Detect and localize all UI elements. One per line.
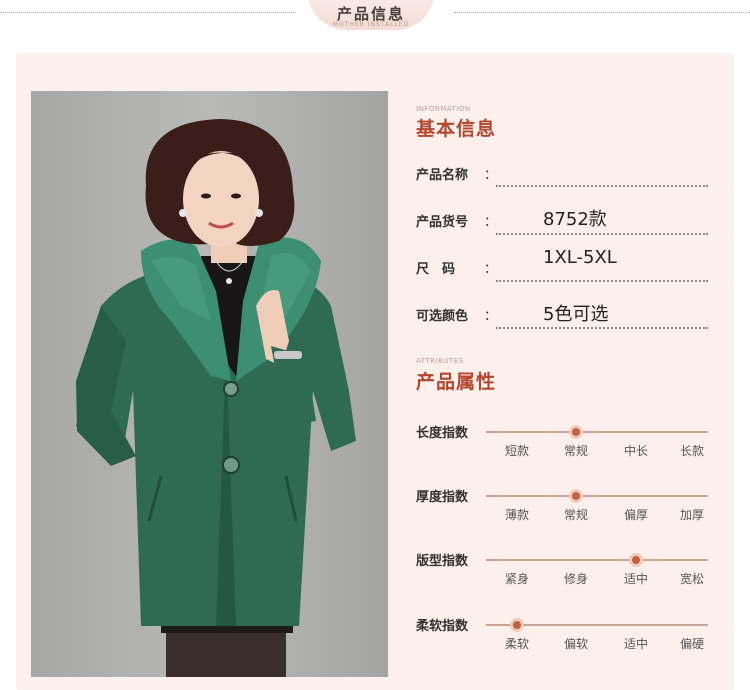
attribute-option-label: 偏软 [563, 637, 588, 651]
header-divider-left [0, 12, 296, 14]
info-row-colon: ： [484, 168, 498, 183]
attribute-indicator-dot [629, 553, 643, 567]
attribute-option-label: 常规 [563, 444, 588, 458]
attribute-option-label: 中长 [623, 444, 648, 458]
product-photo [31, 91, 388, 677]
model-illustration [76, 119, 356, 677]
info-row-label: 可选颜色 [416, 309, 469, 324]
info-row-value: 8752款 [543, 209, 607, 230]
info-row-divider [496, 280, 708, 282]
attribute-option-label: 长款 [679, 444, 704, 458]
info-row-colon: ： [484, 215, 498, 230]
attribute-option-label: 适中 [623, 572, 648, 586]
attribute-option-label: 紧身 [504, 572, 529, 586]
info-row-label: 产品名称 [416, 168, 469, 183]
attributes-section-en: ATTRIBUTES [416, 357, 464, 365]
attribute-label: 版型指数 [416, 554, 469, 569]
attribute-label: 柔软指数 [416, 619, 469, 634]
attribute-option-label: 短款 [504, 444, 529, 458]
attribute-scale-line [486, 559, 708, 561]
attribute-option-label: 偏硬 [679, 637, 704, 651]
attribute-scale-line [486, 431, 708, 433]
attribute-option-label: 修身 [563, 572, 588, 586]
header-divider-right [454, 12, 750, 14]
attribute-indicator-dot [569, 489, 583, 503]
info-section-title: 基本信息 [416, 118, 497, 140]
attribute-option-label: 柔软 [504, 637, 529, 651]
info-row-value: 5色可选 [543, 304, 609, 325]
info-row-divider [496, 233, 708, 235]
info-row-label: 产品货号 [416, 215, 469, 230]
attribute-option-label: 加厚 [679, 508, 704, 522]
info-row-label: 尺 码 [416, 262, 456, 277]
info-row-colon: ： [484, 309, 498, 324]
attribute-indicator-dot [510, 618, 524, 632]
info-row-colon: ： [484, 262, 498, 277]
attribute-option-label: 适中 [623, 637, 648, 651]
attributes-section-title: 产品属性 [416, 371, 497, 393]
info-section-en: INFORMATION [416, 105, 471, 113]
attribute-option-label: 偏厚 [623, 508, 648, 522]
attribute-label: 厚度指数 [416, 490, 469, 505]
info-row-divider [496, 185, 708, 187]
attribute-label: 长度指数 [416, 426, 469, 441]
attribute-option-label: 薄款 [504, 508, 529, 522]
attribute-option-label: 宽松 [679, 572, 704, 586]
header-subtitle: MOTHER INSTALLED [332, 21, 410, 28]
info-row-divider [496, 327, 708, 329]
info-row-value: 1XL-5XL [543, 247, 617, 268]
attribute-indicator-dot [569, 425, 583, 439]
attribute-scale-line [486, 495, 708, 497]
attribute-option-label: 常规 [563, 508, 588, 522]
header-badge: 产品信息 MOTHER INSTALLED [307, 0, 435, 32]
